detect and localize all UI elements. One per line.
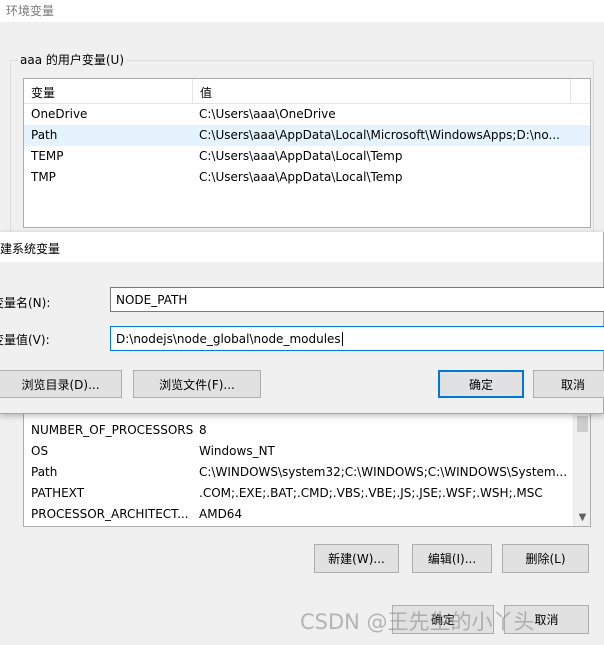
- dialog-titlebar[interactable]: 建系统变量: [0, 232, 604, 262]
- variable-value-input[interactable]: D:\nodejs\node_global\node_modules: [110, 326, 604, 351]
- variable-name: TMP: [31, 170, 56, 184]
- variable-name-label: 变量名(N):: [0, 296, 51, 310]
- variable-name: Path: [31, 128, 58, 142]
- column-header-value[interactable]: 值: [200, 84, 212, 101]
- text-caret: [341, 331, 343, 346]
- list-header: 变量 值: [24, 79, 590, 104]
- watermark: CSDN @王先生的小丫头: [300, 610, 535, 634]
- chevron-down-icon[interactable]: ▼: [574, 509, 590, 526]
- variable-value: C:\Users\aaa\AppData\Local\Temp: [199, 170, 403, 184]
- variable-value-label: 变量值(V):: [0, 333, 50, 347]
- variable-value: C:\Users\aaa\OneDrive: [199, 107, 336, 121]
- browse-directory-button[interactable]: 浏览目录(D)...: [0, 370, 122, 398]
- table-row[interactable]: TMP C:\Users\aaa\AppData\Local\Temp: [24, 167, 590, 188]
- table-row[interactable]: Path C:\WINDOWS\system32;C:\WINDOWS;C:\W…: [24, 462, 590, 483]
- scrollbar-thumb[interactable]: [577, 416, 588, 432]
- table-row[interactable]: PROCESSOR_ARCHITECT... AMD64: [24, 504, 590, 525]
- edit-variable-button[interactable]: 编辑(I)...: [412, 544, 492, 573]
- variable-name-input[interactable]: NODE_PATH: [110, 287, 604, 312]
- column-header-variable[interactable]: 变量: [31, 84, 55, 101]
- variable-value: C:\Users\aaa\AppData\Local\Temp: [199, 149, 403, 163]
- variable-value: .COM;.EXE;.BAT;.CMD;.VBS;.VBE;.JS;.JSE;.…: [199, 486, 543, 500]
- new-system-variable-dialog: 建系统变量 变量名(N): NODE_PATH 变量值(V): D:\nodej…: [0, 232, 604, 414]
- variable-value-text: D:\nodejs\node_global\node_modules: [116, 331, 341, 346]
- user-variables-group-label: aaa 的用户变量(U): [18, 51, 127, 68]
- vertical-scrollbar[interactable]: ▼: [573, 396, 590, 526]
- variable-name: PROCESSOR_ARCHITECT...: [31, 507, 189, 521]
- table-row[interactable]: PATHEXT .COM;.EXE;.BAT;.CMD;.VBS;.VBE;.J…: [24, 483, 590, 504]
- window-titlebar: 环境变量: [0, 0, 604, 22]
- table-row[interactable]: OneDrive C:\Users\aaa\OneDrive: [24, 104, 590, 125]
- delete-variable-button[interactable]: 删除(L): [502, 544, 589, 573]
- user-variables-list[interactable]: 变量 值 OneDrive C:\Users\aaa\OneDrive Path…: [23, 78, 591, 228]
- dialog-title: 建系统变量: [0, 242, 61, 256]
- table-row[interactable]: TEMP C:\Users\aaa\AppData\Local\Temp: [24, 146, 590, 167]
- variable-name: PATHEXT: [31, 486, 85, 500]
- variable-value: C:\WINDOWS\system32;C:\WINDOWS;C:\WINDOW…: [199, 465, 568, 479]
- column-divider[interactable]: [192, 79, 193, 104]
- variable-value: C:\Users\aaa\AppData\Local\Microsoft\Win…: [199, 128, 560, 142]
- variable-name: TEMP: [31, 149, 64, 163]
- variable-name: NUMBER_OF_PROCESSORS: [31, 423, 194, 437]
- variable-value: AMD64: [199, 507, 243, 521]
- column-divider[interactable]: [570, 79, 571, 104]
- variable-value: 8: [199, 423, 207, 437]
- browse-file-button[interactable]: 浏览文件(F)...: [133, 370, 261, 398]
- variable-name: OneDrive: [31, 107, 88, 121]
- system-variables-list[interactable]: NUMBER_OF_PROCESSORS 8 OS Windows_NT Pat…: [23, 395, 591, 527]
- variable-value: Windows_NT: [199, 444, 275, 458]
- table-row[interactable]: Path C:\Users\aaa\AppData\Local\Microsof…: [24, 125, 590, 146]
- variable-name-text: NODE_PATH: [116, 292, 188, 307]
- variable-name: Path: [31, 465, 58, 479]
- table-row[interactable]: NUMBER_OF_PROCESSORS 8: [24, 420, 590, 441]
- window-title: 环境变量: [6, 4, 55, 18]
- table-row[interactable]: OS Windows_NT: [24, 441, 590, 462]
- new-variable-button[interactable]: 新建(W)...: [314, 544, 399, 573]
- variable-name: OS: [31, 444, 49, 458]
- dialog-cancel-button[interactable]: 取消: [533, 370, 604, 398]
- dialog-ok-button[interactable]: 确定: [438, 370, 524, 398]
